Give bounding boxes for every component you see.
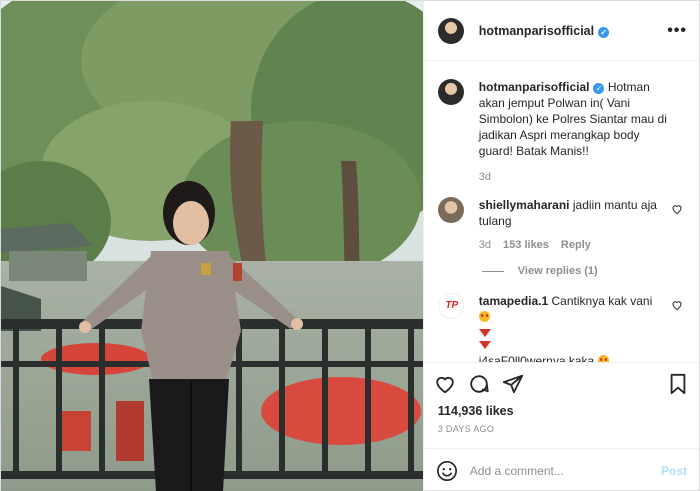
caption-meta: 3d <box>479 171 667 183</box>
heart-icon[interactable] <box>434 373 456 395</box>
share-icon[interactable] <box>502 373 524 395</box>
post-header: hotmanparisofficial ✓ ••• <box>423 1 699 61</box>
photo-illustration <box>1 1 423 491</box>
comment-heart-icon[interactable] <box>671 203 683 215</box>
action-bar <box>423 362 699 404</box>
commenter-avatar[interactable] <box>437 197 464 223</box>
likes-count[interactable]: 114,936 likes <box>424 404 699 418</box>
comment-likes[interactable]: 153 likes <box>503 239 549 251</box>
commenter-avatar[interactable]: TP <box>437 293 464 319</box>
caption-body: hotmanparisofficial ✓ Hotman akan jemput … <box>479 79 685 183</box>
post-panel: hotmanparisofficial ✓ ••• hotmanparisoffi… <box>422 1 699 491</box>
author-username-text[interactable]: hotmanparisofficial <box>479 24 594 38</box>
comment-age[interactable]: 3d <box>479 239 491 251</box>
post-photo[interactable] <box>1 1 423 491</box>
reply-button[interactable]: Reply <box>561 239 591 251</box>
comment-body: shiellymaharani jadiin mantu aja tulang … <box>479 197 685 251</box>
verified-badge-icon: ✓ <box>598 26 610 38</box>
save-icon[interactable] <box>667 373 689 395</box>
comment-meta: 3d 153 likes Reply <box>479 239 667 251</box>
add-comment-bar: Post <box>423 448 699 491</box>
red-triangle-icon <box>478 329 491 337</box>
comment-text: tamapedia.1 Cantiknya kak vani j4saF0ll0… <box>478 293 667 362</box>
comment-content-2: j4saF0ll0wernya kaka <box>478 354 595 362</box>
tamapedia-logo: TP <box>445 300 459 311</box>
view-replies-label[interactable]: View replies (1) <box>518 265 598 277</box>
caption-text: hotmanparisofficial ✓ Hotman akan jemput … <box>479 79 667 159</box>
instagram-post: hotmanparisofficial ✓ ••• hotmanparisoffi… <box>0 0 700 491</box>
view-replies-button[interactable]: View replies (1) <box>481 265 685 277</box>
caption-author-avatar[interactable] <box>437 79 464 105</box>
comment-icon[interactable] <box>468 373 490 395</box>
commenter-username[interactable]: shiellymaharani <box>479 198 570 212</box>
commenter-username[interactable]: tamapedia.1 <box>479 294 548 308</box>
comment-heart-icon[interactable] <box>671 299 683 311</box>
caption-age[interactable]: 3d <box>479 171 491 183</box>
comment-item: shiellymaharani jadiin mantu aja tulang … <box>437 197 685 251</box>
comment-content: Cantiknya kak vani <box>551 294 653 308</box>
author-avatar[interactable] <box>437 17 464 44</box>
comment-input[interactable] <box>469 463 661 478</box>
heart-eyes-emoji-icon <box>478 311 490 322</box>
comment-item: TP tamapedia.1 Cantiknya kak vani j4saF0… <box>437 293 685 362</box>
caption-username[interactable]: hotmanparisofficial <box>479 80 590 94</box>
comment-body: tamapedia.1 Cantiknya kak vani j4saF0ll0… <box>478 293 685 362</box>
comment-text: shiellymaharani jadiin mantu aja tulang <box>479 197 667 229</box>
caption: hotmanparisofficial ✓ Hotman akan jemput … <box>437 79 685 183</box>
post-time[interactable]: 3 DAYS AGO <box>424 418 699 434</box>
heart-eyes-emoji-icon <box>597 355 609 362</box>
emoji-icon[interactable] <box>436 460 458 482</box>
red-triangle-icon <box>478 341 491 349</box>
view-replies-line <box>481 270 504 272</box>
more-icon[interactable]: ••• <box>667 22 687 40</box>
post-comment-button[interactable]: Post <box>661 464 687 478</box>
verified-badge-icon: ✓ <box>593 83 605 94</box>
comments-list: hotmanparisofficial ✓ Hotman akan jemput … <box>424 61 699 362</box>
author-username[interactable]: hotmanparisofficial ✓ <box>479 24 610 38</box>
